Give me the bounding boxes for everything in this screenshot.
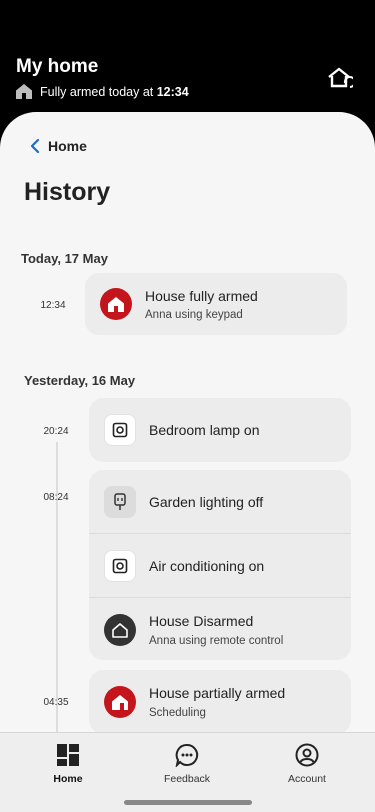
event-title: House Disarmed [149,613,254,629]
arm-status-time: 12:34 [156,84,189,99]
event-time: 20:24 [43,426,69,437]
event-group: Garden lighting off Air conditioning on … [89,470,351,660]
nav-item-feedback[interactable]: Feedback [147,743,227,785]
home-title: My home [16,56,99,77]
arm-status: Fully armed today at 12:34 [16,84,189,99]
event-card-bedroom-lamp[interactable]: Bedroom lamp on [89,398,351,462]
house-partial-icon [104,686,136,718]
house-arm-toggle-icon[interactable] [325,64,353,92]
nav-item-account[interactable]: Account [267,743,347,785]
arm-status-text: Fully armed today at [40,84,157,99]
section-date-today: Today, 17 May [21,251,108,266]
event-title: House partially armed [149,685,286,701]
smart-plug-icon [104,414,136,446]
nav-label: Account [288,773,326,785]
event-row-air-conditioning[interactable]: Air conditioning on [89,534,351,598]
smart-plug-icon [104,550,136,582]
event-card-house-partially-armed[interactable]: House partially armed Scheduling [89,670,351,734]
event-time: 12:34 [40,300,66,311]
event-title: Garden lighting off [149,494,264,510]
event-time: 08:24 [43,492,69,503]
home-indicator[interactable] [124,800,252,805]
event-subtitle: Anna using remote control [149,635,284,647]
page-title: History [24,178,111,206]
back-button[interactable]: Home [30,138,87,154]
nav-label: Home [53,773,83,785]
event-title: Bedroom lamp on [149,422,260,438]
user-icon [295,743,319,767]
chevron-left-icon [30,139,40,153]
nav-item-home[interactable]: Home [28,743,108,785]
event-subtitle: Scheduling [149,707,206,719]
back-label: Home [48,138,87,154]
chat-icon [175,743,199,767]
event-title: House fully armed [145,288,258,304]
house-icon [16,84,32,99]
event-subtitle: Anna using keypad [145,309,243,321]
section-date-yesterday: Yesterday, 16 May [24,373,136,388]
house-disarmed-icon [104,614,136,646]
event-time: 04:35 [43,697,69,708]
history-sheet: Home History Today, 17 May 12:34 House f… [0,112,375,812]
plug-off-icon [104,486,136,518]
event-row-house-disarmed[interactable]: House Disarmed Anna using remote control [89,598,351,660]
event-title: Air conditioning on [149,558,265,574]
dashboard-icon [57,744,79,766]
house-armed-icon [100,288,132,320]
event-card-house-fully-armed[interactable]: House fully armed Anna using keypad [85,273,347,335]
nav-label: Feedback [163,773,211,785]
event-row-garden-lighting[interactable]: Garden lighting off [89,470,351,534]
